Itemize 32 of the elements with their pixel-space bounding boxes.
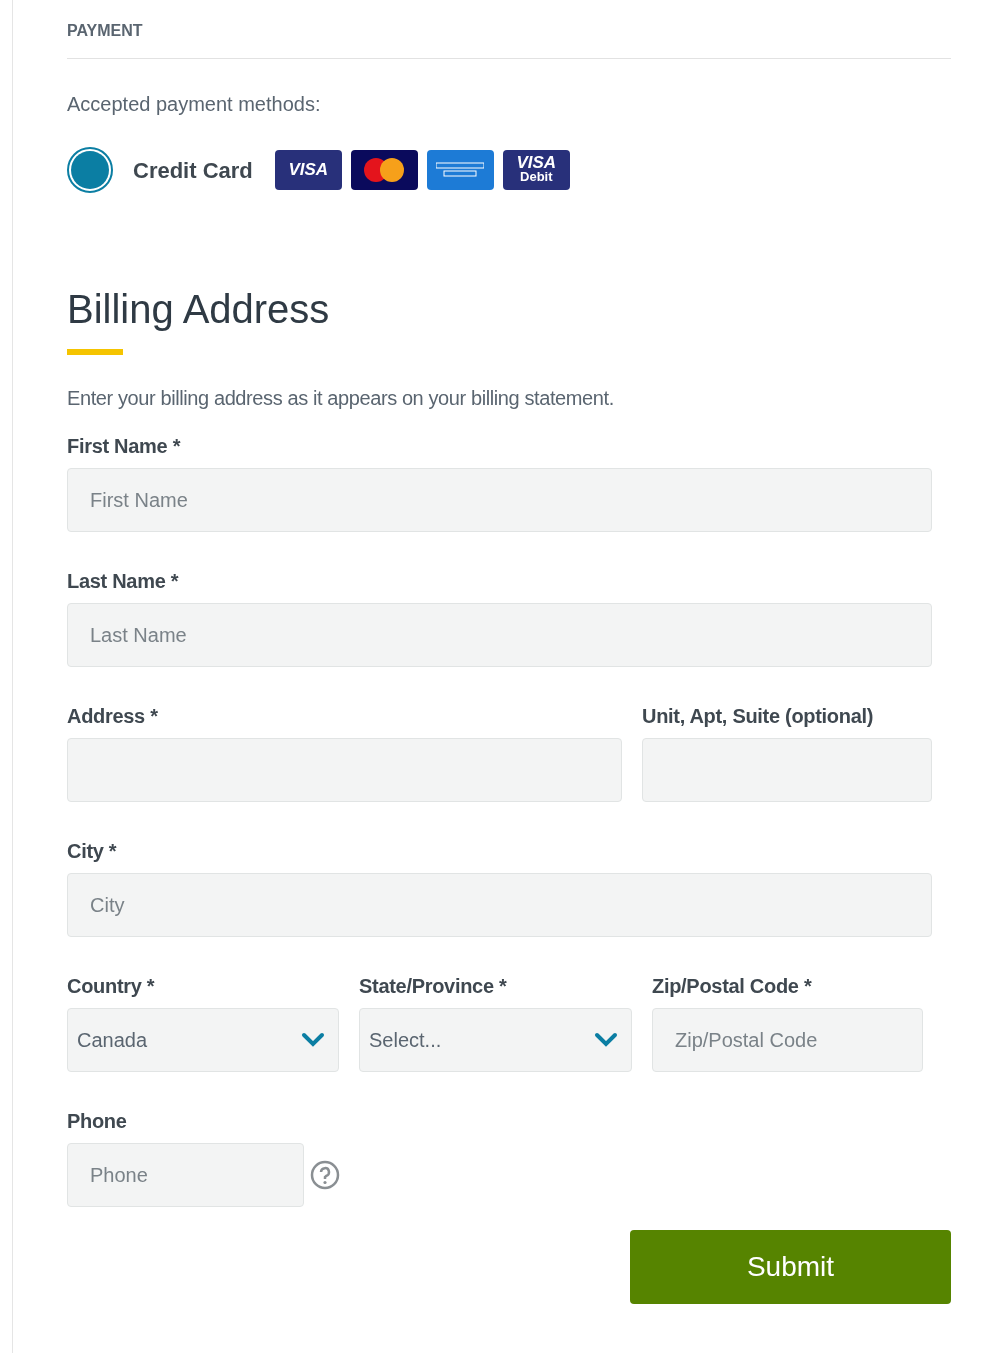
input-field[interactable]: Last Name [67,603,932,667]
dropdown-field[interactable]: Select... [359,1008,632,1072]
field-label: Unit, Apt, Suite (optional) [642,704,875,729]
input-field[interactable]: First Name [67,468,932,532]
field-label: City * [67,839,118,864]
field-label: First Name * [67,434,182,459]
dropdown-field[interactable]: Canada [67,1008,339,1072]
visa-card-logo: VISA [274,150,342,190]
amex-logo-icon [426,150,494,190]
input-field[interactable]: Zip/Postal Code [652,1008,923,1072]
field-label: Last Name * [67,569,180,594]
billing-heading: Billing Address [67,286,331,333]
payment-methods-label: Accepted payment methods: [67,92,322,117]
mastercard-logo-icon [350,150,418,190]
heading-underline [67,349,123,355]
chevron-down-icon [594,1032,618,1048]
input-field[interactable]: Phone [67,1143,304,1207]
billing-instructions: Enter your billing address as it appears on your billing statement. [67,386,615,411]
field-label: Address * [67,704,159,729]
chevron-down-icon [301,1032,325,1048]
input-field[interactable] [67,738,622,802]
field-label: Zip/Postal Code * [652,974,813,999]
input-field[interactable]: City [67,873,932,937]
help-icon[interactable] [310,1160,340,1190]
submit-button[interactable]: Submit [630,1230,951,1304]
section-title: PAYMENT [67,21,144,41]
input-field[interactable] [642,738,932,802]
credit-card-radio[interactable]: Credit Card [67,147,253,193]
field-label: State/Province * [359,974,508,999]
field-label: Phone [67,1109,128,1134]
visa-card-logo: VISA Debit [502,150,570,190]
field-label: Country * [67,974,156,999]
